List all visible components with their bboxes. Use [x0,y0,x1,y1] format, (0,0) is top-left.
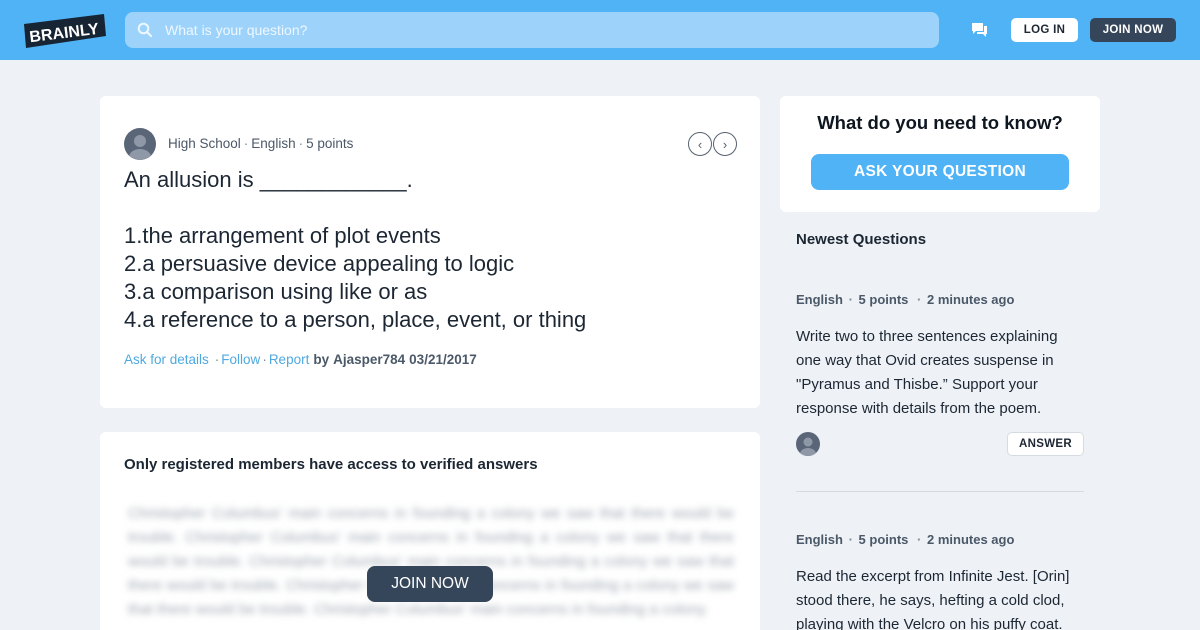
points-label: 5 points [306,136,354,151]
question-date: 03/21/2017 [409,352,477,367]
login-button[interactable]: LOG IN [1011,18,1078,42]
newest-question-text[interactable]: Read the excerpt from Infinite Jest. [Or… [796,565,1084,630]
question-navigation: ‹ › [688,132,737,156]
answer-card: Only registered members have access to v… [100,432,760,630]
search-bar[interactable]: What is your question? [125,12,939,48]
question-line: 3.a comparison using like or as [124,279,428,304]
question-line: 1.the arrangement of plot events [124,223,441,248]
question-line: 4.a reference to a person, place, event,… [124,307,587,332]
subject-label[interactable]: English [251,136,295,151]
newest-question-text[interactable]: Write two to three sentences explaining … [796,325,1084,421]
blurred-answer-text: Christopher Columbus' main concerns in f… [128,505,734,618]
newest-question-meta: English · 5 points · 2 minutes ago [796,292,1015,307]
ask-title: What do you need to know? [817,112,1063,133]
newest-question-item: English · 5 points · 2 minutes ago Read … [796,532,1084,630]
search-input[interactable]: What is your question? [165,22,307,38]
newest-question-meta: English · 5 points · 2 minutes ago [796,532,1015,547]
newest-question-item: English · 5 points · 2 minutes ago Write… [796,292,1084,456]
question-actions: Ask for details · Follow · Report by Aja… [124,352,477,367]
previous-arrow-icon[interactable]: ‹ [688,132,712,156]
messages-icon[interactable] [969,20,989,40]
question-line: 2.a persuasive device appealing to logic [124,251,515,276]
author-prefix: by [313,352,330,367]
newest-subject[interactable]: English [796,532,843,547]
follow-link[interactable]: Follow [221,352,260,367]
report-link[interactable]: Report [269,352,310,367]
newest-time: 2 minutes ago [926,292,1015,307]
question-line: An allusion is ____________. [124,167,413,192]
newest-time: 2 minutes ago [926,532,1015,547]
top-navigation-bar: BRAINLY What is your question? LOG IN JO… [0,0,1200,60]
brainly-logo-graphic: BRAINLY [24,14,106,48]
newest-subject[interactable]: English [796,292,843,307]
grade-label[interactable]: High School [168,136,241,151]
newest-divider [796,491,1084,492]
author-name[interactable]: Ajasper784 [333,352,405,367]
join-now-button[interactable]: JOIN NOW [1090,18,1176,42]
ask-your-question-button[interactable]: ASK YOUR QUESTION [811,154,1069,190]
asker-avatar[interactable] [124,128,156,160]
question-meta: High School · English · 5 points [168,136,354,151]
newest-questions-heading: Newest Questions [796,231,927,248]
newest-points: 5 points [858,532,909,547]
search-icon [125,12,165,48]
newest-asker-avatar[interactable] [796,432,820,456]
next-arrow-icon[interactable]: › [713,132,737,156]
ask-question-card: What do you need to know? ASK YOUR QUEST… [780,96,1100,212]
answer-button[interactable]: ANSWER [1007,432,1084,456]
question-text: An allusion is ____________. 1.the arran… [124,166,736,334]
join-now-answer-button[interactable]: JOIN NOW [367,566,493,602]
question-line [124,194,736,222]
ask-for-details-link[interactable]: Ask for details [124,352,209,367]
question-card: High School · English · 5 points ‹ › An … [100,96,760,408]
answer-gate-title: Only registered members have access to v… [124,456,538,473]
newest-points: 5 points [858,292,909,307]
brainly-logo[interactable]: BRAINLY [24,14,106,48]
